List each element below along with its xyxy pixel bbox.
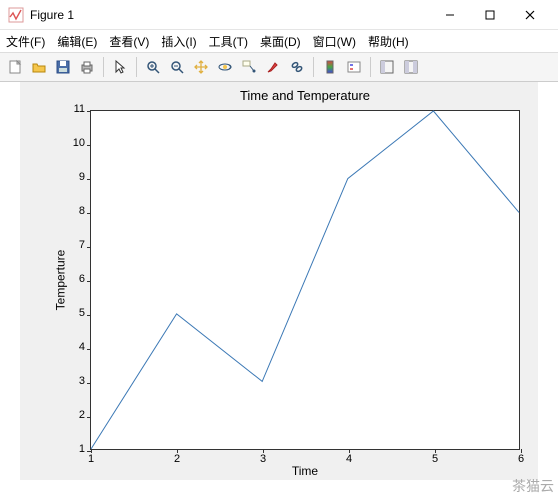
axes-title: Time and Temperature (90, 88, 520, 103)
menubar: 文件(F) 编辑(E) 查看(V) 插入(I) 工具(T) 桌面(D) 窗口(W… (0, 30, 558, 52)
y-tick-label: 10 (73, 137, 91, 149)
close-button[interactable] (510, 1, 550, 29)
y-tick-label: 11 (74, 103, 91, 115)
menu-insert[interactable]: 插入(I) (161, 33, 196, 50)
y-tick-label: 9 (79, 171, 91, 183)
toolbar-separator (313, 57, 314, 77)
axes[interactable]: 1234567891011123456 (90, 110, 520, 450)
pan-icon[interactable] (190, 56, 212, 78)
figure-canvas: Time and Temperature Temperture Time 123… (20, 82, 538, 480)
toolbar-separator (370, 57, 371, 77)
minimize-button[interactable] (430, 1, 470, 29)
show-plot-tools-icon[interactable] (400, 56, 422, 78)
pointer-icon[interactable] (109, 56, 131, 78)
zoom-in-icon[interactable] (142, 56, 164, 78)
window-controls (430, 1, 550, 29)
insert-colorbar-icon[interactable] (319, 56, 341, 78)
y-tick-label: 4 (79, 341, 91, 353)
menu-desktop[interactable]: 桌面(D) (260, 33, 301, 50)
menu-window[interactable]: 窗口(W) (313, 33, 356, 50)
insert-legend-icon[interactable] (343, 56, 365, 78)
save-icon[interactable] (52, 56, 74, 78)
x-axis-label: Time (90, 464, 520, 478)
y-tick-label: 3 (79, 375, 91, 387)
line-plot (91, 111, 519, 449)
maximize-button[interactable] (470, 1, 510, 29)
toolbar (0, 52, 558, 82)
open-icon[interactable] (28, 56, 50, 78)
menu-help[interactable]: 帮助(H) (368, 33, 409, 50)
link-data-icon[interactable] (286, 56, 308, 78)
toolbar-separator (136, 57, 137, 77)
y-tick-label: 2 (79, 409, 91, 421)
rotate-3d-icon[interactable] (214, 56, 236, 78)
window-title: Figure 1 (30, 8, 430, 22)
toolbar-separator (103, 57, 104, 77)
data-cursor-icon[interactable] (238, 56, 260, 78)
menu-view[interactable]: 查看(V) (109, 33, 149, 50)
y-tick-label: 7 (79, 239, 91, 251)
menu-tools[interactable]: 工具(T) (209, 33, 248, 50)
app-icon (8, 7, 24, 23)
y-tick-label: 6 (79, 273, 91, 285)
y-tick-label: 8 (79, 205, 91, 217)
window-titlebar: Figure 1 (0, 0, 558, 30)
zoom-out-icon[interactable] (166, 56, 188, 78)
menu-file[interactable]: 文件(F) (6, 33, 45, 50)
watermark: 茶猫云 (512, 476, 554, 496)
menu-edit[interactable]: 编辑(E) (57, 33, 97, 50)
y-tick-label: 5 (79, 307, 91, 319)
hide-plot-tools-icon[interactable] (376, 56, 398, 78)
print-icon[interactable] (76, 56, 98, 78)
new-figure-icon[interactable] (4, 56, 26, 78)
brush-icon[interactable] (262, 56, 284, 78)
